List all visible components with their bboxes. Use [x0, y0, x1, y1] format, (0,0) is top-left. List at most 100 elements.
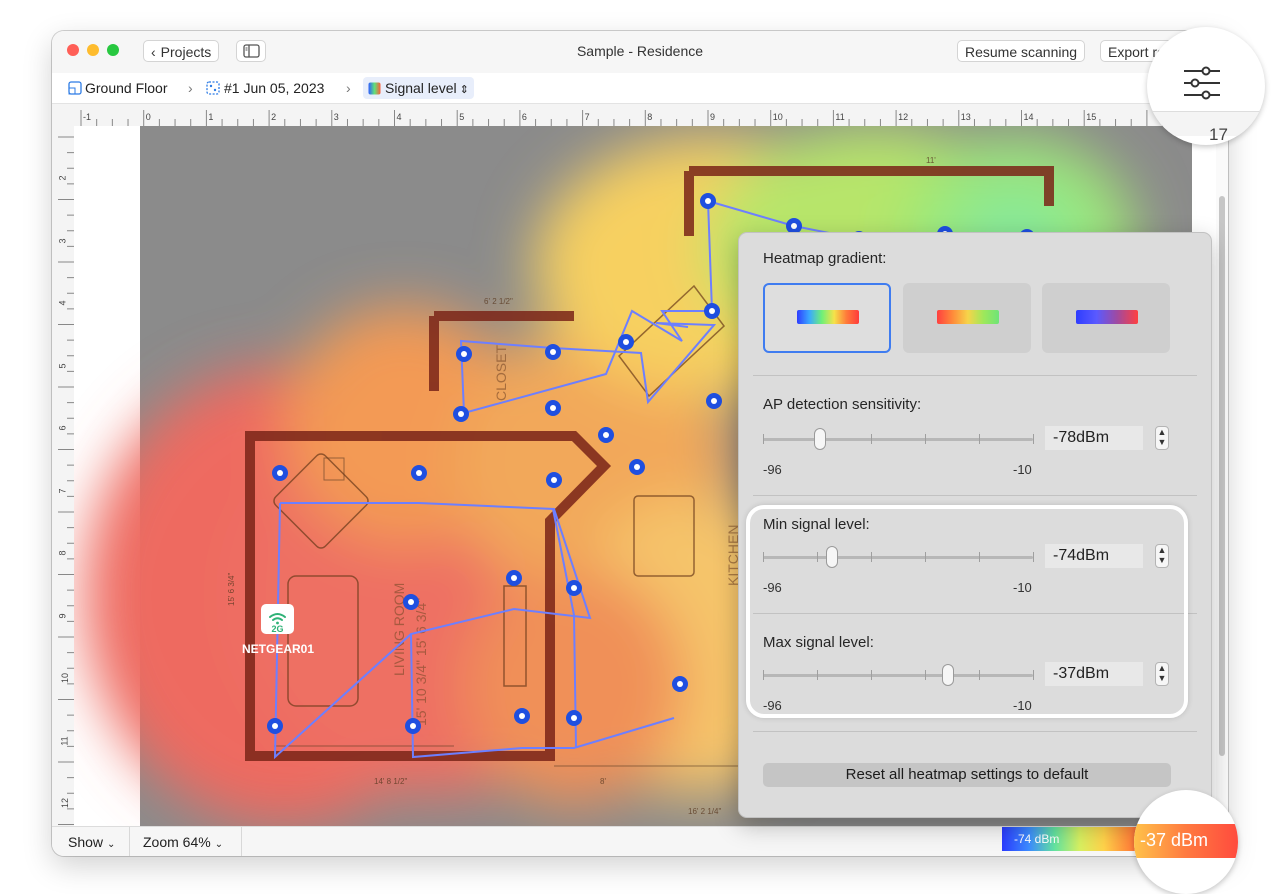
chevron-right-icon: › — [346, 80, 351, 96]
breadcrumb: Ground Floor › #1 Jun 05, 2023 › Signal … — [52, 73, 1228, 104]
sensitivity-stepper[interactable]: ▲ ▼ — [1155, 426, 1169, 450]
gradient-option-spectrum[interactable] — [763, 283, 891, 353]
scan-point-center — [272, 723, 278, 729]
scan-point-center — [571, 715, 577, 721]
gradient-swatch — [937, 310, 999, 324]
ruler-number: 3 — [57, 237, 68, 244]
ruler-number: -1 — [83, 112, 92, 122]
sensitivity-value-field[interactable]: -78dBm — [1045, 426, 1143, 450]
vertical-scrollbar[interactable] — [1216, 126, 1228, 826]
ruler-number: 11 — [59, 735, 70, 746]
range-min-label: -96 — [763, 462, 782, 477]
ap-name-label: NETGEAR01 — [242, 642, 314, 656]
ap-band-label: 2G — [271, 624, 283, 634]
gradient-swatch — [797, 310, 859, 324]
slider-tick — [1033, 434, 1034, 444]
room-label-living-dims: 15' 10 3/4" 15' 6 3/4" — [413, 598, 429, 726]
scan-point-center — [711, 398, 717, 404]
ruler-number: 14 — [1023, 112, 1034, 122]
signal-settings-highlight — [746, 505, 1188, 718]
ruler-number: 12 — [898, 112, 909, 122]
scan-point-center — [551, 477, 557, 483]
ruler-number: 4 — [57, 300, 68, 306]
scan-point-center — [550, 405, 556, 411]
sensitivity-slider[interactable] — [739, 427, 1039, 451]
ruler-number: 17 — [1209, 125, 1228, 144]
ruler-number: 2 — [57, 175, 68, 181]
gradient-icon — [368, 82, 381, 95]
gradient-option-cool[interactable] — [1042, 283, 1170, 353]
legend-low-label: -74 dBm — [1014, 832, 1060, 846]
ruler-number: 9 — [57, 612, 68, 619]
scan-point-center — [416, 470, 422, 476]
dim-label: 16' 2 1/4" — [688, 807, 721, 816]
floor-icon — [68, 81, 82, 95]
scan-point-center — [709, 308, 715, 314]
scan-point-center — [677, 681, 683, 687]
ruler-number: 13 — [960, 112, 971, 122]
scan-point-center — [705, 198, 711, 204]
ruler-number: 7 — [584, 112, 590, 122]
range-max-label: -10 — [1013, 462, 1032, 477]
scan-point-center — [277, 470, 283, 476]
ruler-number: 6 — [521, 112, 527, 122]
separator — [753, 375, 1197, 376]
slider-knob[interactable] — [813, 428, 826, 450]
scan-icon — [206, 81, 220, 95]
ruler-number: 10 — [772, 112, 783, 122]
ruler-number: 5 — [57, 362, 68, 369]
divider — [129, 827, 130, 856]
chevron-up-down-icon: ⇕ — [459, 84, 469, 96]
show-menu[interactable]: Show ⌄ — [68, 834, 115, 850]
ruler-number: 15 — [1086, 112, 1097, 122]
sliders-icon[interactable] — [1182, 65, 1222, 101]
vertical-ruler: 2 3 4 5 6 7 8 9 10 11 12 — [52, 126, 75, 826]
room-label-closet: CLOSET — [493, 345, 509, 401]
scan-point-center — [603, 432, 609, 438]
ruler-ticks — [58, 136, 74, 825]
dim-label: 8' — [600, 777, 606, 786]
separator — [753, 495, 1197, 496]
scan-point-center — [408, 599, 414, 605]
gradient-option-warm[interactable] — [903, 283, 1031, 353]
title-bar: ‹ Projects Sample - Residence Resume scan… — [52, 31, 1228, 73]
scan-point-center — [791, 223, 797, 229]
legend-zoom-callout: -37 dBm — [1134, 790, 1238, 894]
slider-tick — [871, 434, 872, 444]
ruler-number: 5 — [459, 112, 465, 122]
ruler-number: 10 — [60, 672, 71, 684]
scan-point-center — [511, 575, 517, 581]
slider-tick — [763, 434, 764, 444]
scan-point-center — [458, 411, 464, 417]
separator — [753, 731, 1197, 732]
ruler-number: 0 — [145, 112, 151, 122]
ruler-number: 4 — [396, 112, 402, 122]
zoom-menu[interactable]: Zoom 64% ⌄ — [143, 834, 223, 850]
ruler-ticks — [80, 110, 1195, 126]
ruler-number: 7 — [57, 487, 68, 494]
reset-heatmap-settings-button[interactable]: Reset all heatmap settings to default — [763, 763, 1171, 787]
ruler-number: 12 — [60, 797, 71, 809]
slider-track — [763, 438, 1033, 441]
dim-label: 14' 8 1/2" — [374, 777, 407, 786]
breadcrumb-scan[interactable]: #1 Jun 05, 2023 — [206, 80, 324, 96]
ruler-number: 3 — [333, 112, 339, 122]
ruler-number: 1 — [208, 112, 214, 122]
breadcrumb-floor[interactable]: Ground Floor — [68, 80, 167, 96]
room-label-living: LIVING ROOM — [391, 583, 407, 676]
scan-point-center — [461, 351, 467, 357]
sensitivity-label: AP detection sensitivity: — [763, 396, 922, 413]
ruler-number: 8 — [647, 112, 653, 122]
app-window: ‹ Projects Sample - Residence Resume scan… — [52, 31, 1228, 856]
scroll-thumb[interactable] — [1219, 196, 1225, 756]
gradient-heading: Heatmap gradient: — [763, 250, 887, 267]
dim-label: 15' 6 3/4" — [227, 573, 236, 606]
resume-scanning-button[interactable]: Resume scanning — [957, 40, 1086, 62]
bottom-toolbar: Show ⌄ Zoom 64% ⌄ -74 dBm — [52, 826, 1228, 856]
ruler-number: 9 — [710, 112, 716, 122]
view-selector[interactable]: Signal level ⇕ — [363, 77, 474, 99]
gradient-swatch — [1076, 310, 1138, 324]
chevron-down-icon: ⌄ — [107, 839, 116, 850]
horizontal-ruler: -1 0 1 2 3 4 5 6 7 8 9 10 11 12 13 14 15 — [52, 104, 1228, 127]
chevron-down-icon: ⌄ — [214, 839, 224, 850]
